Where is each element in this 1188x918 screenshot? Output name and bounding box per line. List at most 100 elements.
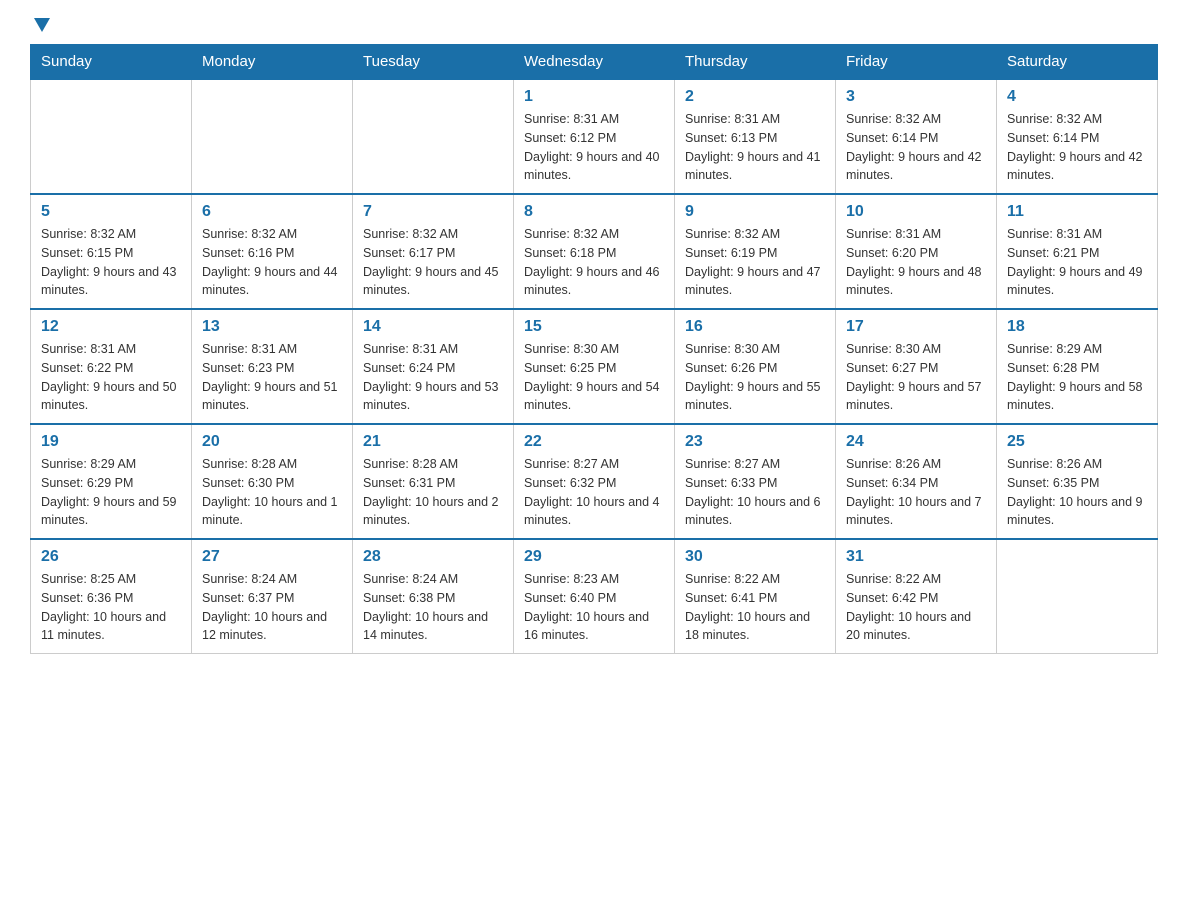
- day-number: 18: [1007, 318, 1147, 336]
- week-row-5: 26 Sunrise: 8:25 AM Sunset: 6:36 PM Dayli…: [31, 539, 1158, 654]
- weekday-header-wednesday: Wednesday: [514, 45, 675, 80]
- day-number: 16: [685, 318, 825, 336]
- calendar-cell: 2 Sunrise: 8:31 AM Sunset: 6:13 PM Daylig…: [675, 79, 836, 194]
- day-info: Sunrise: 8:31 AM Sunset: 6:24 PM Dayligh…: [363, 340, 503, 415]
- day-number: 13: [202, 318, 342, 336]
- calendar-cell: 13 Sunrise: 8:31 AM Sunset: 6:23 PM Dayli…: [192, 309, 353, 424]
- week-row-2: 5 Sunrise: 8:32 AM Sunset: 6:15 PM Daylig…: [31, 194, 1158, 309]
- logo: [30, 20, 50, 34]
- day-number: 14: [363, 318, 503, 336]
- calendar-cell: [192, 79, 353, 194]
- day-info: Sunrise: 8:24 AM Sunset: 6:37 PM Dayligh…: [202, 570, 342, 645]
- day-info: Sunrise: 8:26 AM Sunset: 6:34 PM Dayligh…: [846, 455, 986, 530]
- day-info: Sunrise: 8:28 AM Sunset: 6:30 PM Dayligh…: [202, 455, 342, 530]
- calendar-cell: 28Sunrise: 8:24 AM Sunset: 6:38 PM Dayli…: [353, 539, 514, 654]
- day-info: Sunrise: 8:32 AM Sunset: 6:18 PM Dayligh…: [524, 225, 664, 300]
- day-info: Sunrise: 8:31 AM Sunset: 6:22 PM Dayligh…: [41, 340, 181, 415]
- weekday-header-friday: Friday: [836, 45, 997, 80]
- weekday-header-tuesday: Tuesday: [353, 45, 514, 80]
- calendar-cell: 29Sunrise: 8:23 AM Sunset: 6:40 PM Dayli…: [514, 539, 675, 654]
- weekday-header-sunday: Sunday: [31, 45, 192, 80]
- weekday-header-monday: Monday: [192, 45, 353, 80]
- day-info: Sunrise: 8:27 AM Sunset: 6:33 PM Dayligh…: [685, 455, 825, 530]
- calendar-cell: 18 Sunrise: 8:29 AM Sunset: 6:28 PM Dayli…: [997, 309, 1158, 424]
- calendar-cell: 26 Sunrise: 8:25 AM Sunset: 6:36 PM Dayli…: [31, 539, 192, 654]
- calendar-cell: 1 Sunrise: 8:31 AM Sunset: 6:12 PM Daylig…: [514, 79, 675, 194]
- day-info: Sunrise: 8:30 AM Sunset: 6:27 PM Dayligh…: [846, 340, 986, 415]
- calendar-cell: [353, 79, 514, 194]
- week-row-4: 19 Sunrise: 8:29 AM Sunset: 6:29 PM Dayli…: [31, 424, 1158, 539]
- calendar-cell: 17 Sunrise: 8:30 AM Sunset: 6:27 PM Dayli…: [836, 309, 997, 424]
- day-info: Sunrise: 8:31 AM Sunset: 6:13 PM Dayligh…: [685, 110, 825, 185]
- calendar-table: SundayMondayTuesdayWednesdayThursdayFrid…: [30, 44, 1158, 654]
- day-number: 20: [202, 433, 342, 451]
- day-info: Sunrise: 8:22 AM Sunset: 6:42 PM Dayligh…: [846, 570, 986, 645]
- calendar-cell: 15 Sunrise: 8:30 AM Sunset: 6:25 PM Dayli…: [514, 309, 675, 424]
- day-info: Sunrise: 8:32 AM Sunset: 6:17 PM Dayligh…: [363, 225, 503, 300]
- calendar-cell: 3 Sunrise: 8:32 AM Sunset: 6:14 PM Daylig…: [836, 79, 997, 194]
- day-info: Sunrise: 8:25 AM Sunset: 6:36 PM Dayligh…: [41, 570, 181, 645]
- day-number: 17: [846, 318, 986, 336]
- calendar-cell: 11Sunrise: 8:31 AM Sunset: 6:21 PM Dayli…: [997, 194, 1158, 309]
- day-number: 7: [363, 203, 503, 221]
- calendar-cell: 25 Sunrise: 8:26 AM Sunset: 6:35 PM Dayli…: [997, 424, 1158, 539]
- calendar-cell: 10 Sunrise: 8:31 AM Sunset: 6:20 PM Dayli…: [836, 194, 997, 309]
- calendar-cell: 22 Sunrise: 8:27 AM Sunset: 6:32 PM Dayli…: [514, 424, 675, 539]
- day-number: 12: [41, 318, 181, 336]
- day-number: 1: [524, 88, 664, 106]
- calendar-cell: [997, 539, 1158, 654]
- calendar-cell: 9Sunrise: 8:32 AM Sunset: 6:19 PM Daylig…: [675, 194, 836, 309]
- day-number: 3: [846, 88, 986, 106]
- day-number: 24: [846, 433, 986, 451]
- day-number: 5: [41, 203, 181, 221]
- day-info: Sunrise: 8:32 AM Sunset: 6:15 PM Dayligh…: [41, 225, 181, 300]
- day-info: Sunrise: 8:32 AM Sunset: 6:19 PM Dayligh…: [685, 225, 825, 300]
- day-info: Sunrise: 8:29 AM Sunset: 6:29 PM Dayligh…: [41, 455, 181, 530]
- logo-triangle-icon: [34, 18, 50, 32]
- day-info: Sunrise: 8:32 AM Sunset: 6:14 PM Dayligh…: [1007, 110, 1147, 185]
- calendar-cell: 23 Sunrise: 8:27 AM Sunset: 6:33 PM Dayli…: [675, 424, 836, 539]
- day-number: 28: [363, 548, 503, 566]
- calendar-cell: 4 Sunrise: 8:32 AM Sunset: 6:14 PM Daylig…: [997, 79, 1158, 194]
- day-info: Sunrise: 8:28 AM Sunset: 6:31 PM Dayligh…: [363, 455, 503, 530]
- day-info: Sunrise: 8:31 AM Sunset: 6:12 PM Dayligh…: [524, 110, 664, 185]
- day-info: Sunrise: 8:32 AM Sunset: 6:16 PM Dayligh…: [202, 225, 342, 300]
- day-info: Sunrise: 8:27 AM Sunset: 6:32 PM Dayligh…: [524, 455, 664, 530]
- calendar-cell: 12 Sunrise: 8:31 AM Sunset: 6:22 PM Dayli…: [31, 309, 192, 424]
- day-info: Sunrise: 8:31 AM Sunset: 6:23 PM Dayligh…: [202, 340, 342, 415]
- day-number: 10: [846, 203, 986, 221]
- day-number: 4: [1007, 88, 1147, 106]
- calendar-cell: 16 Sunrise: 8:30 AM Sunset: 6:26 PM Dayli…: [675, 309, 836, 424]
- day-info: Sunrise: 8:31 AM Sunset: 6:21 PM Dayligh…: [1007, 225, 1147, 300]
- calendar-cell: 5 Sunrise: 8:32 AM Sunset: 6:15 PM Daylig…: [31, 194, 192, 309]
- day-number: 6: [202, 203, 342, 221]
- day-info: Sunrise: 8:26 AM Sunset: 6:35 PM Dayligh…: [1007, 455, 1147, 530]
- day-info: Sunrise: 8:32 AM Sunset: 6:14 PM Dayligh…: [846, 110, 986, 185]
- day-number: 19: [41, 433, 181, 451]
- day-number: 23: [685, 433, 825, 451]
- calendar-cell: 8 Sunrise: 8:32 AM Sunset: 6:18 PM Daylig…: [514, 194, 675, 309]
- day-number: 2: [685, 88, 825, 106]
- calendar-cell: [31, 79, 192, 194]
- day-number: 30: [685, 548, 825, 566]
- calendar-cell: 19 Sunrise: 8:29 AM Sunset: 6:29 PM Dayli…: [31, 424, 192, 539]
- calendar-cell: 20 Sunrise: 8:28 AM Sunset: 6:30 PM Dayli…: [192, 424, 353, 539]
- calendar-cell: 27Sunrise: 8:24 AM Sunset: 6:37 PM Dayli…: [192, 539, 353, 654]
- day-info: Sunrise: 8:30 AM Sunset: 6:26 PM Dayligh…: [685, 340, 825, 415]
- day-number: 8: [524, 203, 664, 221]
- day-number: 22: [524, 433, 664, 451]
- page-header: [30, 20, 1158, 34]
- day-number: 15: [524, 318, 664, 336]
- day-number: 21: [363, 433, 503, 451]
- day-info: Sunrise: 8:30 AM Sunset: 6:25 PM Dayligh…: [524, 340, 664, 415]
- week-row-3: 12 Sunrise: 8:31 AM Sunset: 6:22 PM Dayli…: [31, 309, 1158, 424]
- calendar-cell: 30Sunrise: 8:22 AM Sunset: 6:41 PM Dayli…: [675, 539, 836, 654]
- day-info: Sunrise: 8:29 AM Sunset: 6:28 PM Dayligh…: [1007, 340, 1147, 415]
- day-info: Sunrise: 8:31 AM Sunset: 6:20 PM Dayligh…: [846, 225, 986, 300]
- day-number: 29: [524, 548, 664, 566]
- day-number: 31: [846, 548, 986, 566]
- day-number: 25: [1007, 433, 1147, 451]
- day-number: 26: [41, 548, 181, 566]
- weekday-header-saturday: Saturday: [997, 45, 1158, 80]
- calendar-cell: 7 Sunrise: 8:32 AM Sunset: 6:17 PM Daylig…: [353, 194, 514, 309]
